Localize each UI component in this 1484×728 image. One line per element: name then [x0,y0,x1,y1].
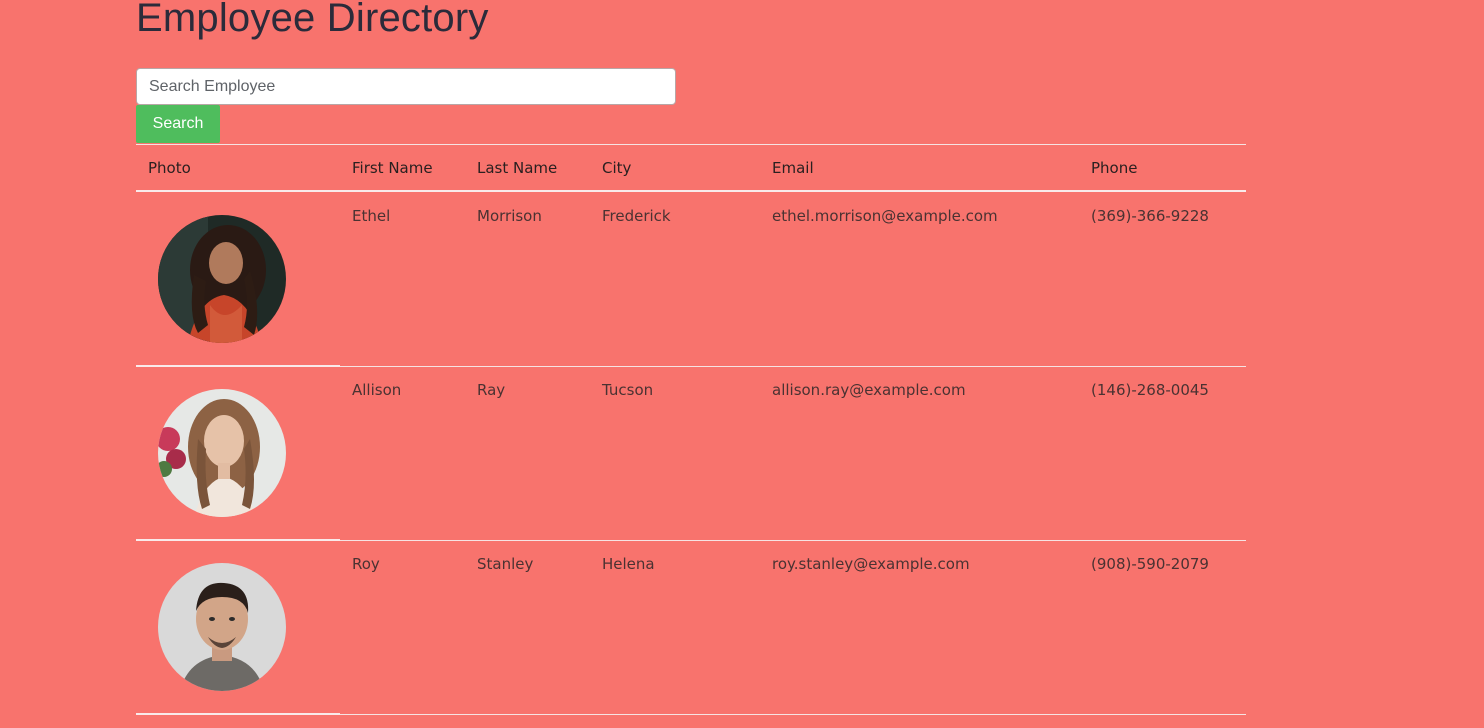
cell-phone: (369)-366-9228 [1091,207,1209,225]
cell-phone: (908)-590-2079 [1091,555,1209,573]
cell-city: Frederick [602,207,671,225]
employee-directory-page: Employee Directory Search Photo First Na… [0,0,1484,728]
avatar-woman-dark-hair-icon [158,215,286,343]
page-title: Employee Directory [136,0,489,40]
column-header-email[interactable]: Email [772,159,814,177]
row-divider [340,540,1246,541]
cell-first-name: Allison [352,381,402,399]
employee-photo [158,563,286,691]
row-divider-photo [136,713,340,715]
cell-phone: (146)-268-0045 [1091,381,1209,399]
cell-city: Helena [602,555,655,573]
search-button[interactable]: Search [136,105,220,143]
column-header-photo: Photo [148,159,191,177]
avatar-man-dark-hair-icon [158,563,286,691]
cell-last-name: Morrison [477,207,542,225]
employee-photo [158,215,286,343]
employee-photo [158,389,286,517]
cell-email: allison.ray@example.com [772,381,966,399]
column-header-last-name[interactable]: Last Name [477,159,557,177]
table-top-divider [136,144,1246,145]
cell-last-name: Ray [477,381,506,399]
row-divider [340,366,1246,367]
cell-last-name: Stanley [477,555,534,573]
column-header-city[interactable]: City [602,159,631,177]
avatar-woman-light-hair-icon [158,389,286,517]
row-divider-photo [136,365,340,367]
row-divider-photo [136,539,340,541]
cell-first-name: Roy [352,555,380,573]
table-header-divider [136,190,1246,192]
column-header-first-name[interactable]: First Name [352,159,433,177]
row-divider [340,714,1246,715]
cell-city: Tucson [602,381,654,399]
cell-email: roy.stanley@example.com [772,555,970,573]
cell-first-name: Ethel [352,207,391,225]
column-header-phone[interactable]: Phone [1091,159,1137,177]
cell-email: ethel.morrison@example.com [772,207,998,225]
search-input[interactable] [136,68,676,105]
